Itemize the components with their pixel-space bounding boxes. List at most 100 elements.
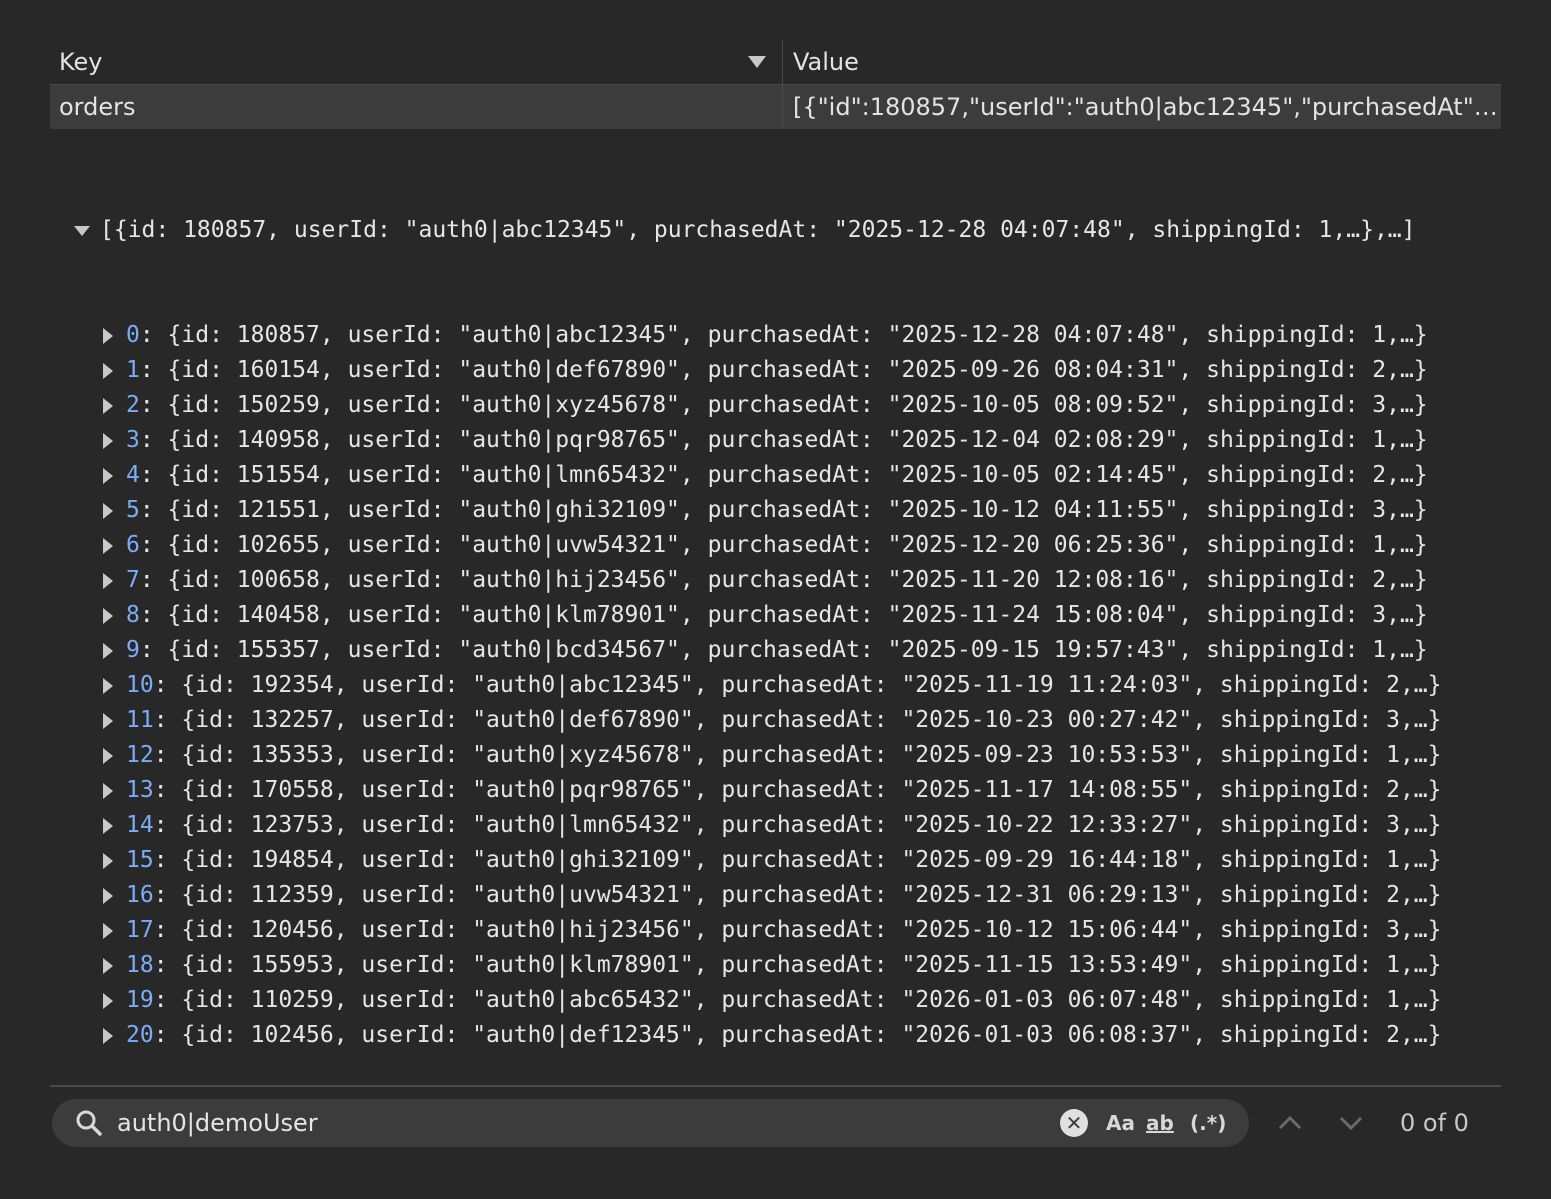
tree-item[interactable]: 8: {id: 140458, userId: "auth0|klm78901"… bbox=[103, 598, 1442, 633]
tree-item-index: 6 bbox=[126, 532, 140, 558]
value-column-header[interactable]: Value bbox=[783, 40, 1501, 84]
collapsed-triangle-icon[interactable] bbox=[103, 467, 113, 484]
tree-item[interactable]: 9: {id: 155357, userId: "auth0|bcd34567"… bbox=[103, 633, 1442, 668]
tree-item-index: 2 bbox=[126, 392, 140, 418]
tree-item[interactable]: 11: {id: 132257, userId: "auth0|def67890… bbox=[103, 703, 1442, 738]
regex-toggle[interactable]: (.*) bbox=[1190, 1099, 1226, 1147]
tree-item-text: : {id: 110259, userId: "auth0|abc65432",… bbox=[153, 987, 1442, 1013]
tree-item-text: : {id: 102655, userId: "auth0|uvw54321",… bbox=[139, 532, 1428, 558]
tree-item-index: 1 bbox=[126, 357, 140, 383]
tree-item[interactable]: 3: {id: 140958, userId: "auth0|pqr98765"… bbox=[103, 423, 1442, 458]
tree-item-text: : {id: 192354, userId: "auth0|abc12345",… bbox=[153, 672, 1442, 698]
tree-item-index: 12 bbox=[126, 742, 154, 768]
collapsed-triangle-icon[interactable] bbox=[103, 642, 113, 659]
expanded-triangle-icon[interactable] bbox=[74, 225, 90, 236]
collapsed-triangle-icon[interactable] bbox=[103, 432, 113, 449]
tree-item-text: : {id: 160154, userId: "auth0|def67890",… bbox=[139, 357, 1428, 383]
tree-item-index: 9 bbox=[126, 637, 140, 663]
tree-item[interactable]: 1: {id: 160154, userId: "auth0|def67890"… bbox=[103, 353, 1442, 388]
tree-item[interactable]: 12: {id: 135353, userId: "auth0|xyz45678… bbox=[103, 738, 1442, 773]
tree-item[interactable]: 7: {id: 100658, userId: "auth0|hij23456"… bbox=[103, 563, 1442, 598]
tree-item-text: : {id: 100658, userId: "auth0|hij23456",… bbox=[139, 567, 1428, 593]
match-case-toggle[interactable]: Aa bbox=[1106, 1099, 1135, 1147]
collapsed-triangle-icon[interactable] bbox=[103, 537, 113, 554]
collapsed-triangle-icon[interactable] bbox=[103, 782, 113, 799]
tree-item-index: 13 bbox=[126, 777, 154, 803]
tree-item[interactable]: 17: {id: 120456, userId: "auth0|hij23456… bbox=[103, 913, 1442, 948]
collapsed-triangle-icon[interactable] bbox=[103, 852, 113, 869]
collapsed-triangle-icon[interactable] bbox=[103, 502, 113, 519]
tree-item-text: : {id: 132257, userId: "auth0|def67890",… bbox=[153, 707, 1442, 733]
tree-item-index: 15 bbox=[126, 847, 154, 873]
collapsed-triangle-icon[interactable] bbox=[103, 677, 113, 694]
tree-item-index: 10 bbox=[126, 672, 154, 698]
collapsed-triangle-icon[interactable] bbox=[103, 362, 113, 379]
tree-item-index: 3 bbox=[126, 427, 140, 453]
tree-item[interactable]: 20: {id: 102456, userId: "auth0|def12345… bbox=[103, 1018, 1442, 1053]
match-count: 0 of 0 bbox=[1400, 1109, 1469, 1137]
tree-item-text: : {id: 151554, userId: "auth0|lmn65432",… bbox=[139, 462, 1428, 488]
previous-match-chevron-up-icon[interactable] bbox=[1275, 1108, 1305, 1138]
value-header-label: Value bbox=[793, 48, 859, 76]
collapsed-triangle-icon[interactable] bbox=[103, 817, 113, 834]
row-key-text: orders bbox=[59, 93, 136, 121]
collapsed-triangle-icon[interactable] bbox=[103, 887, 113, 904]
whole-word-toggle[interactable]: ab bbox=[1146, 1099, 1174, 1147]
key-column-header[interactable]: Key bbox=[50, 40, 783, 84]
tree-item-index: 16 bbox=[126, 882, 154, 908]
collapsed-triangle-icon[interactable] bbox=[103, 572, 113, 589]
collapsed-triangle-icon[interactable] bbox=[103, 397, 113, 414]
tree-item-text: : {id: 180857, userId: "auth0|abc12345",… bbox=[139, 322, 1428, 348]
tree-item-text: : {id: 170558, userId: "auth0|pqr98765",… bbox=[153, 777, 1442, 803]
tree-item[interactable]: 19: {id: 110259, userId: "auth0|abc65432… bbox=[103, 983, 1442, 1018]
search-bar[interactable]: ✕ Aa ab (.*) bbox=[52, 1099, 1249, 1147]
collapsed-triangle-icon[interactable] bbox=[103, 607, 113, 624]
tree-item[interactable]: 14: {id: 123753, userId: "auth0|lmn65432… bbox=[103, 808, 1442, 843]
tree-item[interactable]: 16: {id: 112359, userId: "auth0|uvw54321… bbox=[103, 878, 1442, 913]
collapsed-triangle-icon[interactable] bbox=[103, 922, 113, 939]
sort-descending-icon[interactable] bbox=[748, 56, 766, 68]
tree-item[interactable]: 18: {id: 155953, userId: "auth0|klm78901… bbox=[103, 948, 1442, 983]
tree-item-index: 20 bbox=[126, 1022, 154, 1048]
tree-item-index: 5 bbox=[126, 497, 140, 523]
collapsed-triangle-icon[interactable] bbox=[103, 1027, 113, 1044]
tree-item[interactable]: 13: {id: 170558, userId: "auth0|pqr98765… bbox=[103, 773, 1442, 808]
tree-item-index: 0 bbox=[126, 322, 140, 348]
search-input[interactable] bbox=[117, 1099, 1017, 1147]
tree-item-text: : {id: 155953, userId: "auth0|klm78901",… bbox=[153, 952, 1442, 978]
tree-item-index: 17 bbox=[126, 917, 154, 943]
tree-item-index: 19 bbox=[126, 987, 154, 1013]
storage-table: Key Value orders [{"id":180857,"userId":… bbox=[50, 40, 1501, 129]
tree-root[interactable]: [{id: 180857, userId: "auth0|abc12345", … bbox=[74, 213, 1442, 248]
search-icon bbox=[74, 1108, 104, 1144]
tree-item-text: : {id: 123753, userId: "auth0|lmn65432",… bbox=[153, 812, 1442, 838]
tree-item-text: : {id: 150259, userId: "auth0|xyz45678",… bbox=[139, 392, 1428, 418]
key-header-label: Key bbox=[59, 48, 103, 76]
table-header: Key Value bbox=[50, 40, 1501, 85]
tree-item[interactable]: 10: {id: 192354, userId: "auth0|abc12345… bbox=[103, 668, 1442, 703]
tree-item-index: 18 bbox=[126, 952, 154, 978]
tree-item-index: 7 bbox=[126, 567, 140, 593]
collapsed-triangle-icon[interactable] bbox=[103, 957, 113, 974]
tree-item[interactable]: 15: {id: 194854, userId: "auth0|ghi32109… bbox=[103, 843, 1442, 878]
collapsed-triangle-icon[interactable] bbox=[103, 327, 113, 344]
next-match-chevron-down-icon[interactable] bbox=[1336, 1108, 1366, 1138]
tree-item-text: : {id: 121551, userId: "auth0|ghi32109",… bbox=[139, 497, 1428, 523]
tree-items: 0: {id: 180857, userId: "auth0|abc12345"… bbox=[74, 318, 1442, 1053]
tree-item[interactable]: 6: {id: 102655, userId: "auth0|uvw54321"… bbox=[103, 528, 1442, 563]
tree-item[interactable]: 4: {id: 151554, userId: "auth0|lmn65432"… bbox=[103, 458, 1442, 493]
divider bbox=[50, 1085, 1501, 1087]
close-circle-icon[interactable]: ✕ bbox=[1060, 1109, 1088, 1137]
collapsed-triangle-icon[interactable] bbox=[103, 712, 113, 729]
row-value-cell[interactable]: [{"id":180857,"userId":"auth0|abc12345",… bbox=[783, 85, 1501, 129]
row-key-cell[interactable]: orders bbox=[50, 85, 783, 129]
collapsed-triangle-icon[interactable] bbox=[103, 992, 113, 1009]
tree-item[interactable]: 5: {id: 121551, userId: "auth0|ghi32109"… bbox=[103, 493, 1442, 528]
tree-item[interactable]: 0: {id: 180857, userId: "auth0|abc12345"… bbox=[103, 318, 1442, 353]
tree-item-text: : {id: 155357, userId: "auth0|bcd34567",… bbox=[139, 637, 1428, 663]
tree-item-index: 8 bbox=[126, 602, 140, 628]
value-tree: [{id: 180857, userId: "auth0|abc12345", … bbox=[74, 143, 1442, 1088]
collapsed-triangle-icon[interactable] bbox=[103, 747, 113, 764]
table-row[interactable]: orders [{"id":180857,"userId":"auth0|abc… bbox=[50, 85, 1501, 129]
tree-item[interactable]: 2: {id: 150259, userId: "auth0|xyz45678"… bbox=[103, 388, 1442, 423]
